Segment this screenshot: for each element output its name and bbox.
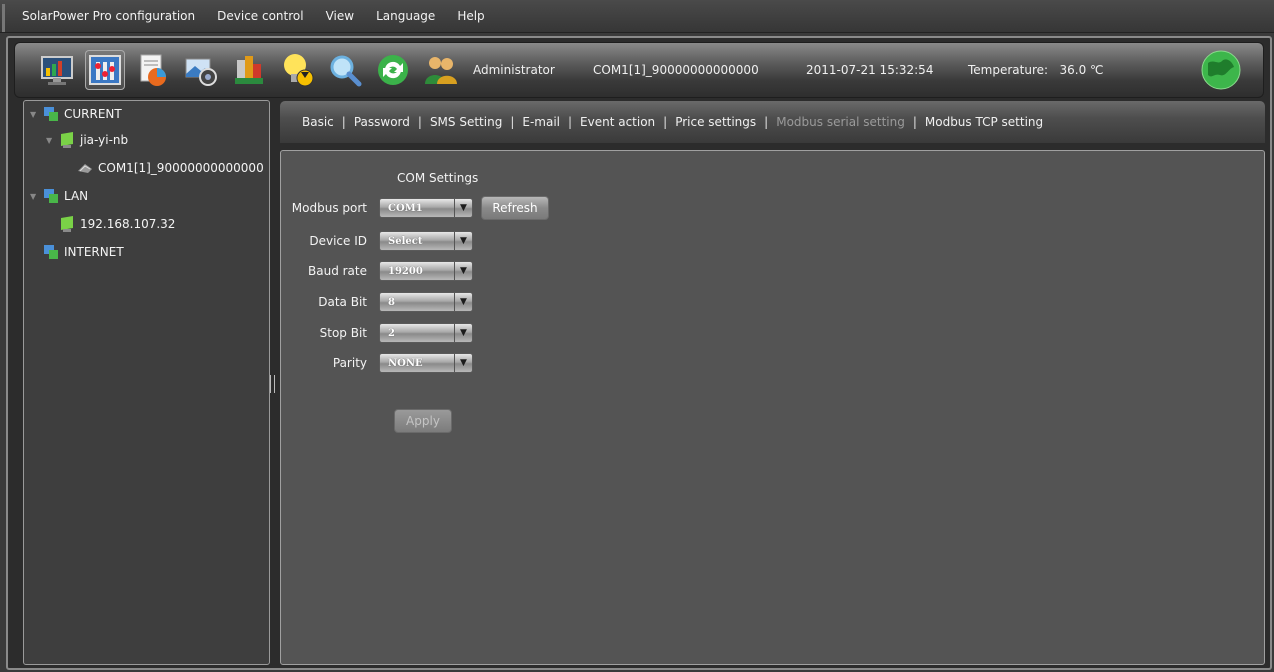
refresh-icon[interactable] bbox=[373, 50, 413, 90]
menu-bar-edge bbox=[2, 4, 5, 32]
tree-label-current: CURRENT bbox=[64, 107, 122, 121]
dropdown-arrow-icon[interactable]: ▼ bbox=[454, 324, 472, 342]
tab-separator: | bbox=[764, 115, 769, 129]
tree-node-lan-ip[interactable]: 192.168.107.32 bbox=[58, 215, 175, 233]
expand-arrow-icon[interactable]: ▼ bbox=[30, 192, 38, 201]
label-parity: Parity bbox=[332, 356, 367, 370]
baud-rate-value: 19200 bbox=[388, 265, 423, 277]
menu-language[interactable]: Language bbox=[376, 9, 435, 23]
tree-node-lan[interactable]: ▼ LAN bbox=[30, 187, 88, 205]
device-id-select[interactable]: Select ▼ bbox=[379, 231, 473, 251]
current-device: COM1[1]_90000000000000 bbox=[593, 63, 759, 77]
tree-node-current[interactable]: ▼ CURRENT bbox=[30, 105, 122, 123]
dropdown-arrow-icon[interactable]: ▼ bbox=[454, 354, 472, 372]
data-icon[interactable] bbox=[229, 50, 269, 90]
data-bit-select[interactable]: 8 ▼ bbox=[379, 292, 473, 312]
monitor-icon[interactable] bbox=[37, 50, 77, 90]
toolbar: Administrator COM1[1]_90000000000000 201… bbox=[14, 42, 1264, 98]
row-baud-rate: Baud rate 19200 ▼ bbox=[281, 260, 473, 282]
label-data-bit: Data Bit bbox=[318, 295, 367, 309]
dropdown-arrow-icon[interactable]: ▼ bbox=[454, 232, 472, 250]
row-stop-bit: Stop Bit 2 ▼ bbox=[281, 322, 473, 344]
tree-node-device[interactable]: COM1[1]_90000000000000 bbox=[76, 159, 264, 177]
device-id-value: Select bbox=[388, 235, 423, 247]
tab-separator: | bbox=[341, 115, 346, 129]
tab-price-settings[interactable]: Price settings bbox=[675, 115, 756, 129]
row-modbus-port: Modbus port COM1 ▼ Refresh bbox=[281, 196, 549, 220]
tab-separator: | bbox=[417, 115, 422, 129]
serial-port-icon bbox=[78, 164, 92, 173]
section-title: COM Settings bbox=[397, 171, 479, 185]
dropdown-arrow-icon[interactable]: ▼ bbox=[454, 293, 472, 311]
network-icon bbox=[44, 245, 58, 259]
current-user: Administrator bbox=[473, 63, 555, 77]
row-parity: Parity NONE ▼ bbox=[281, 352, 473, 374]
tab-event-action[interactable]: Event action bbox=[580, 115, 655, 129]
alarm-bulb-icon[interactable] bbox=[277, 50, 317, 90]
tab-modbus-tcp-setting[interactable]: Modbus TCP setting bbox=[925, 115, 1043, 129]
tab-password[interactable]: Password bbox=[354, 115, 410, 129]
tab-email[interactable]: E-mail bbox=[522, 115, 560, 129]
device-tree: ▼ CURRENT ▼ jia-yi-nb COM1[1]_9000000000… bbox=[23, 100, 270, 665]
network-icon bbox=[44, 189, 58, 203]
dropdown-arrow-icon[interactable]: ▼ bbox=[454, 262, 472, 280]
row-device-id: Device ID Select ▼ bbox=[281, 230, 473, 252]
tab-modbus-serial-setting[interactable]: Modbus serial setting bbox=[776, 115, 905, 129]
label-stop-bit: Stop Bit bbox=[319, 326, 367, 340]
menu-help[interactable]: Help bbox=[457, 9, 484, 23]
computer-icon bbox=[61, 216, 73, 232]
tab-separator: | bbox=[663, 115, 668, 129]
row-data-bit: Data Bit 8 ▼ bbox=[281, 291, 473, 313]
temperature-label: Temperature: bbox=[968, 63, 1049, 77]
parity-select[interactable]: NONE ▼ bbox=[379, 353, 473, 373]
label-baud-rate: Baud rate bbox=[308, 264, 367, 278]
tab-separator: | bbox=[510, 115, 515, 129]
parity-value: NONE bbox=[388, 357, 423, 369]
baud-rate-select[interactable]: 19200 ▼ bbox=[379, 261, 473, 281]
settings-icon[interactable] bbox=[85, 50, 125, 90]
tab-basic[interactable]: Basic bbox=[302, 115, 334, 129]
users-icon[interactable] bbox=[421, 50, 461, 90]
current-datetime: 2011-07-21 15:32:54 bbox=[806, 63, 934, 77]
tab-separator: | bbox=[567, 115, 573, 129]
expand-arrow-icon[interactable]: ▼ bbox=[46, 136, 54, 145]
temperature-value: 36.0 ℃ bbox=[1059, 63, 1104, 77]
refresh-button[interactable]: Refresh bbox=[481, 196, 549, 220]
expand-arrow-icon[interactable]: ▼ bbox=[30, 110, 38, 119]
tree-label-host: jia-yi-nb bbox=[80, 133, 129, 147]
dropdown-arrow-icon[interactable]: ▼ bbox=[454, 199, 472, 217]
menu-view[interactable]: View bbox=[326, 9, 354, 23]
tree-node-internet[interactable]: INTERNET bbox=[42, 243, 124, 261]
tree-label-internet: INTERNET bbox=[64, 245, 124, 259]
search-icon[interactable] bbox=[325, 50, 365, 90]
stop-bit-value: 2 bbox=[388, 327, 395, 339]
apply-button[interactable]: Apply bbox=[394, 409, 452, 433]
label-modbus-port: Modbus port bbox=[291, 201, 367, 215]
stop-bit-select[interactable]: 2 ▼ bbox=[379, 323, 473, 343]
tab-separator: | bbox=[912, 115, 917, 129]
tree-label-lan-ip: 192.168.107.32 bbox=[80, 217, 176, 231]
camera-icon[interactable] bbox=[181, 50, 221, 90]
label-device-id: Device ID bbox=[309, 234, 367, 248]
network-icon bbox=[44, 107, 58, 121]
menu-device-control[interactable]: Device control bbox=[217, 9, 303, 23]
com-settings-panel: COM Settings Modbus port COM1 ▼ Refresh … bbox=[280, 150, 1265, 665]
tree-label-lan: LAN bbox=[64, 189, 89, 203]
computer-icon bbox=[61, 132, 73, 148]
data-bit-value: 8 bbox=[388, 296, 395, 308]
tree-label-device: COM1[1]_90000000000000 bbox=[98, 161, 264, 175]
modbus-port-value: COM1 bbox=[388, 202, 423, 214]
tree-node-host[interactable]: ▼ jia-yi-nb bbox=[46, 131, 128, 149]
panel-splitter[interactable] bbox=[270, 375, 275, 393]
tab-sms-setting[interactable]: SMS Setting bbox=[430, 115, 502, 129]
modbus-port-select[interactable]: COM1 ▼ bbox=[379, 198, 473, 218]
settings-tabs: Basic | Password | SMS Setting | E-mail | Ev… bbox=[280, 101, 1265, 143]
report-icon[interactable] bbox=[133, 50, 173, 90]
menu-solarpower-config[interactable]: SolarPower Pro configuration bbox=[22, 9, 195, 23]
temperature-readout: Temperature: 36.0 ℃ bbox=[968, 63, 1178, 77]
connection-globe-icon bbox=[1201, 50, 1241, 90]
menu-bar: SolarPower Pro configuration Device cont… bbox=[0, 0, 1274, 33]
